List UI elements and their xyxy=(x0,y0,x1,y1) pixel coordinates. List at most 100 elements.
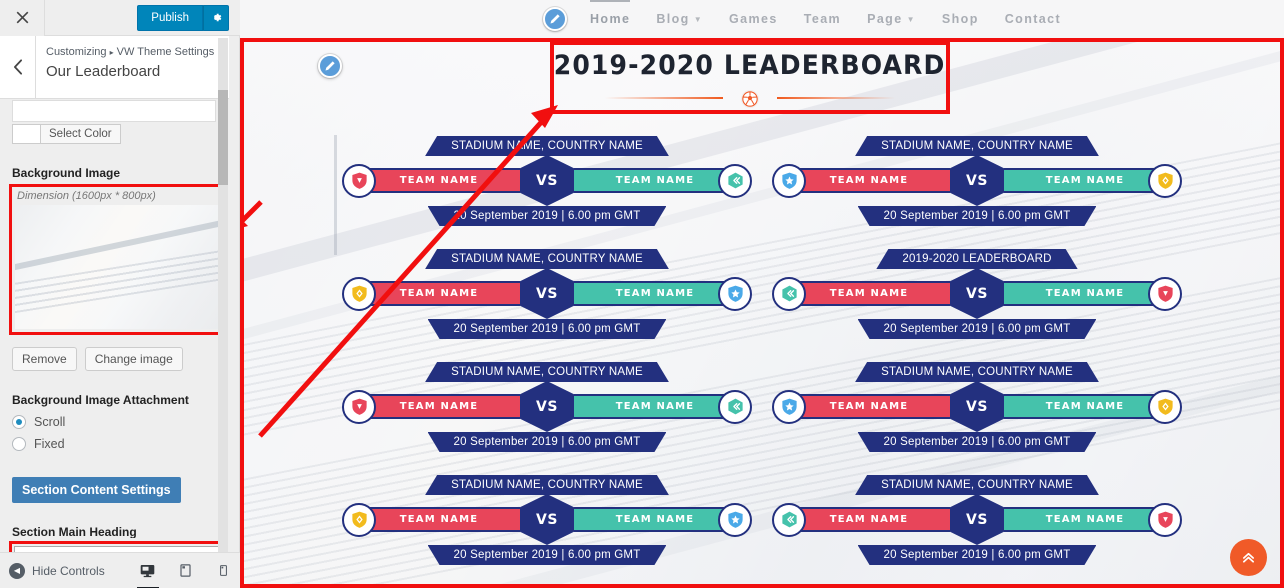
vs-marker: VS xyxy=(520,381,574,432)
customizer-controls: Select Color Background Image Dimension … xyxy=(0,36,229,552)
match-list: STADIUM NAME, COUNTRY NAME TEAM NAME VS xyxy=(240,136,1284,588)
teal-chevron-icon xyxy=(727,398,743,415)
chevron-down-icon: ▼ xyxy=(906,14,916,24)
section-main-heading-label: Section Main Heading xyxy=(12,525,137,538)
image-action-buttons: Remove Change image xyxy=(12,347,217,371)
nav-item-page[interactable]: Page ▼ xyxy=(854,12,929,26)
divider-line-right xyxy=(777,96,895,99)
section-edit-shortcut-button[interactable] xyxy=(318,54,342,78)
publish-button[interactable]: Publish xyxy=(137,4,203,31)
away-team-name: TEAM NAME xyxy=(615,401,695,412)
site-navbar: Home Blog ▼ Games Team Page ▼ Shop Conta… xyxy=(240,0,1284,38)
tablet-icon xyxy=(180,564,191,577)
match-teams: TEAM NAME VS TEAM NAME xyxy=(772,381,1182,432)
customizer-panel: Publish Customizing ▸ VW Theme Settings xyxy=(0,0,240,588)
nav-item-shop-label: Shop xyxy=(941,12,979,26)
radio-option-fixed[interactable]: Fixed xyxy=(12,437,217,451)
away-team-name: TEAM NAME xyxy=(615,514,695,525)
red-shield-icon xyxy=(1157,285,1173,302)
home-team-name: TEAM NAME xyxy=(399,288,479,299)
away-team-name: TEAM NAME xyxy=(615,288,695,299)
home-team-band: TEAM NAME xyxy=(788,394,950,419)
vs-marker: VS xyxy=(950,268,1004,319)
mobile-preview-button[interactable] xyxy=(214,561,234,581)
device-preview-buttons xyxy=(136,561,234,588)
nav-item-games[interactable]: Games xyxy=(716,12,791,26)
background-image-thumbnail[interactable] xyxy=(15,205,220,329)
teal-chevron-icon xyxy=(781,511,797,528)
teal-chevron-badge xyxy=(772,502,806,537)
nav-item-team[interactable]: Team xyxy=(791,12,854,26)
radio-fixed-input[interactable] xyxy=(12,437,26,451)
red-shield-icon xyxy=(1157,511,1173,528)
match-card[interactable]: STADIUM NAME, COUNTRY NAME TEAM NAME VS xyxy=(332,136,762,249)
color-text-field[interactable] xyxy=(12,100,216,122)
double-chevron-up-icon xyxy=(1242,552,1255,563)
match-teams: TEAM NAME VS TEAM NAME xyxy=(772,494,1182,545)
close-x-icon xyxy=(16,11,28,24)
select-color-button[interactable]: Select Color xyxy=(40,124,121,144)
select-color-control: Select Color xyxy=(12,124,217,144)
section-main-heading-highlight xyxy=(9,541,224,552)
away-team-band: TEAM NAME xyxy=(1004,281,1166,306)
away-team-name: TEAM NAME xyxy=(1045,514,1125,525)
customizer-screen: Publish Customizing ▸ VW Theme Settings xyxy=(0,0,1284,588)
tablet-preview-button[interactable] xyxy=(176,561,196,581)
away-team-name: TEAM NAME xyxy=(1045,175,1125,186)
pencil-edit-icon xyxy=(550,14,560,24)
section-content-settings-button[interactable]: Section Content Settings xyxy=(12,477,181,503)
radio-option-scroll[interactable]: Scroll xyxy=(12,415,217,429)
match-card[interactable]: STADIUM NAME, COUNTRY NAME TEAM NAME VS … xyxy=(332,475,762,588)
divider-line-left xyxy=(605,96,723,99)
home-team-name: TEAM NAME xyxy=(399,514,479,525)
change-image-button[interactable]: Change image xyxy=(84,347,183,371)
color-swatch[interactable] xyxy=(12,124,40,144)
teal-chevron-badge xyxy=(772,276,806,311)
home-team-name: TEAM NAME xyxy=(829,514,909,525)
remove-image-button[interactable]: Remove xyxy=(12,347,77,371)
section-main-heading-label-clip: Section Main Heading xyxy=(12,525,217,538)
radio-scroll-input[interactable] xyxy=(12,415,26,429)
match-teams: TEAM NAME VS TEAM NAME xyxy=(342,268,752,319)
away-team-band: TEAM NAME xyxy=(1004,507,1166,532)
background-image-label: Background Image xyxy=(12,166,121,180)
match-teams: TEAM NAME VS TEAM NAME xyxy=(772,155,1182,206)
match-datetime: 20 September 2019 | 6.00 pm GMT xyxy=(428,206,667,226)
scrollbar-thumb[interactable] xyxy=(218,90,228,185)
gold-diamond-badge xyxy=(1148,389,1182,424)
vs-marker: VS xyxy=(520,494,574,545)
nav-menu: Home Blog ▼ Games Team Page ▼ Shop Conta… xyxy=(577,0,1074,26)
match-card[interactable]: STADIUM NAME, COUNTRY NAME TEAM NAME VS xyxy=(332,362,762,475)
match-card[interactable]: 2019-2020 LEADERBOARD TEAM NAME VS TEAM … xyxy=(762,249,1192,362)
background-attachment-label: Background Image Attachment xyxy=(12,393,189,407)
vs-marker: VS xyxy=(520,155,574,206)
close-customizer-button[interactable] xyxy=(0,0,45,36)
hide-controls-button[interactable]: ◀ Hide Controls xyxy=(9,562,105,579)
red-shield-badge xyxy=(342,389,376,424)
home-team-band: TEAM NAME xyxy=(358,281,520,306)
home-team-band: TEAM NAME xyxy=(788,281,950,306)
customizer-scrollbar[interactable] xyxy=(218,38,228,568)
match-card[interactable]: STADIUM NAME, COUNTRY NAME TEAM NAME VS xyxy=(762,475,1192,588)
match-card[interactable]: STADIUM NAME, COUNTRY NAME TEAM NAME VS xyxy=(762,362,1192,475)
nav-item-contact[interactable]: Contact xyxy=(992,12,1074,26)
gold-diamond-badge xyxy=(1148,163,1182,198)
home-team-name: TEAM NAME xyxy=(829,288,909,299)
nav-item-contact-label: Contact xyxy=(1004,12,1062,26)
nav-item-home[interactable]: Home xyxy=(577,0,643,26)
publish-settings-button[interactable] xyxy=(203,4,229,31)
nav-item-shop[interactable]: Shop xyxy=(929,12,992,26)
away-team-band: TEAM NAME xyxy=(574,507,736,532)
scroll-to-top-button[interactable] xyxy=(1230,539,1267,576)
away-team-name: TEAM NAME xyxy=(1045,288,1125,299)
home-team-name: TEAM NAME xyxy=(829,401,909,412)
nav-edit-shortcut-button[interactable] xyxy=(543,7,567,31)
desktop-preview-button[interactable] xyxy=(136,561,159,588)
blue-star-badge xyxy=(718,502,752,537)
match-card[interactable]: STADIUM NAME, COUNTRY NAME TEAM NAME VS xyxy=(762,136,1192,249)
radio-scroll-label: Scroll xyxy=(34,415,66,429)
away-team-band: TEAM NAME xyxy=(574,168,736,193)
blue-star-icon xyxy=(781,172,797,189)
nav-item-blog[interactable]: Blog ▼ xyxy=(643,12,716,26)
match-card[interactable]: STADIUM NAME, COUNTRY NAME TEAM NAME VS … xyxy=(332,249,762,362)
